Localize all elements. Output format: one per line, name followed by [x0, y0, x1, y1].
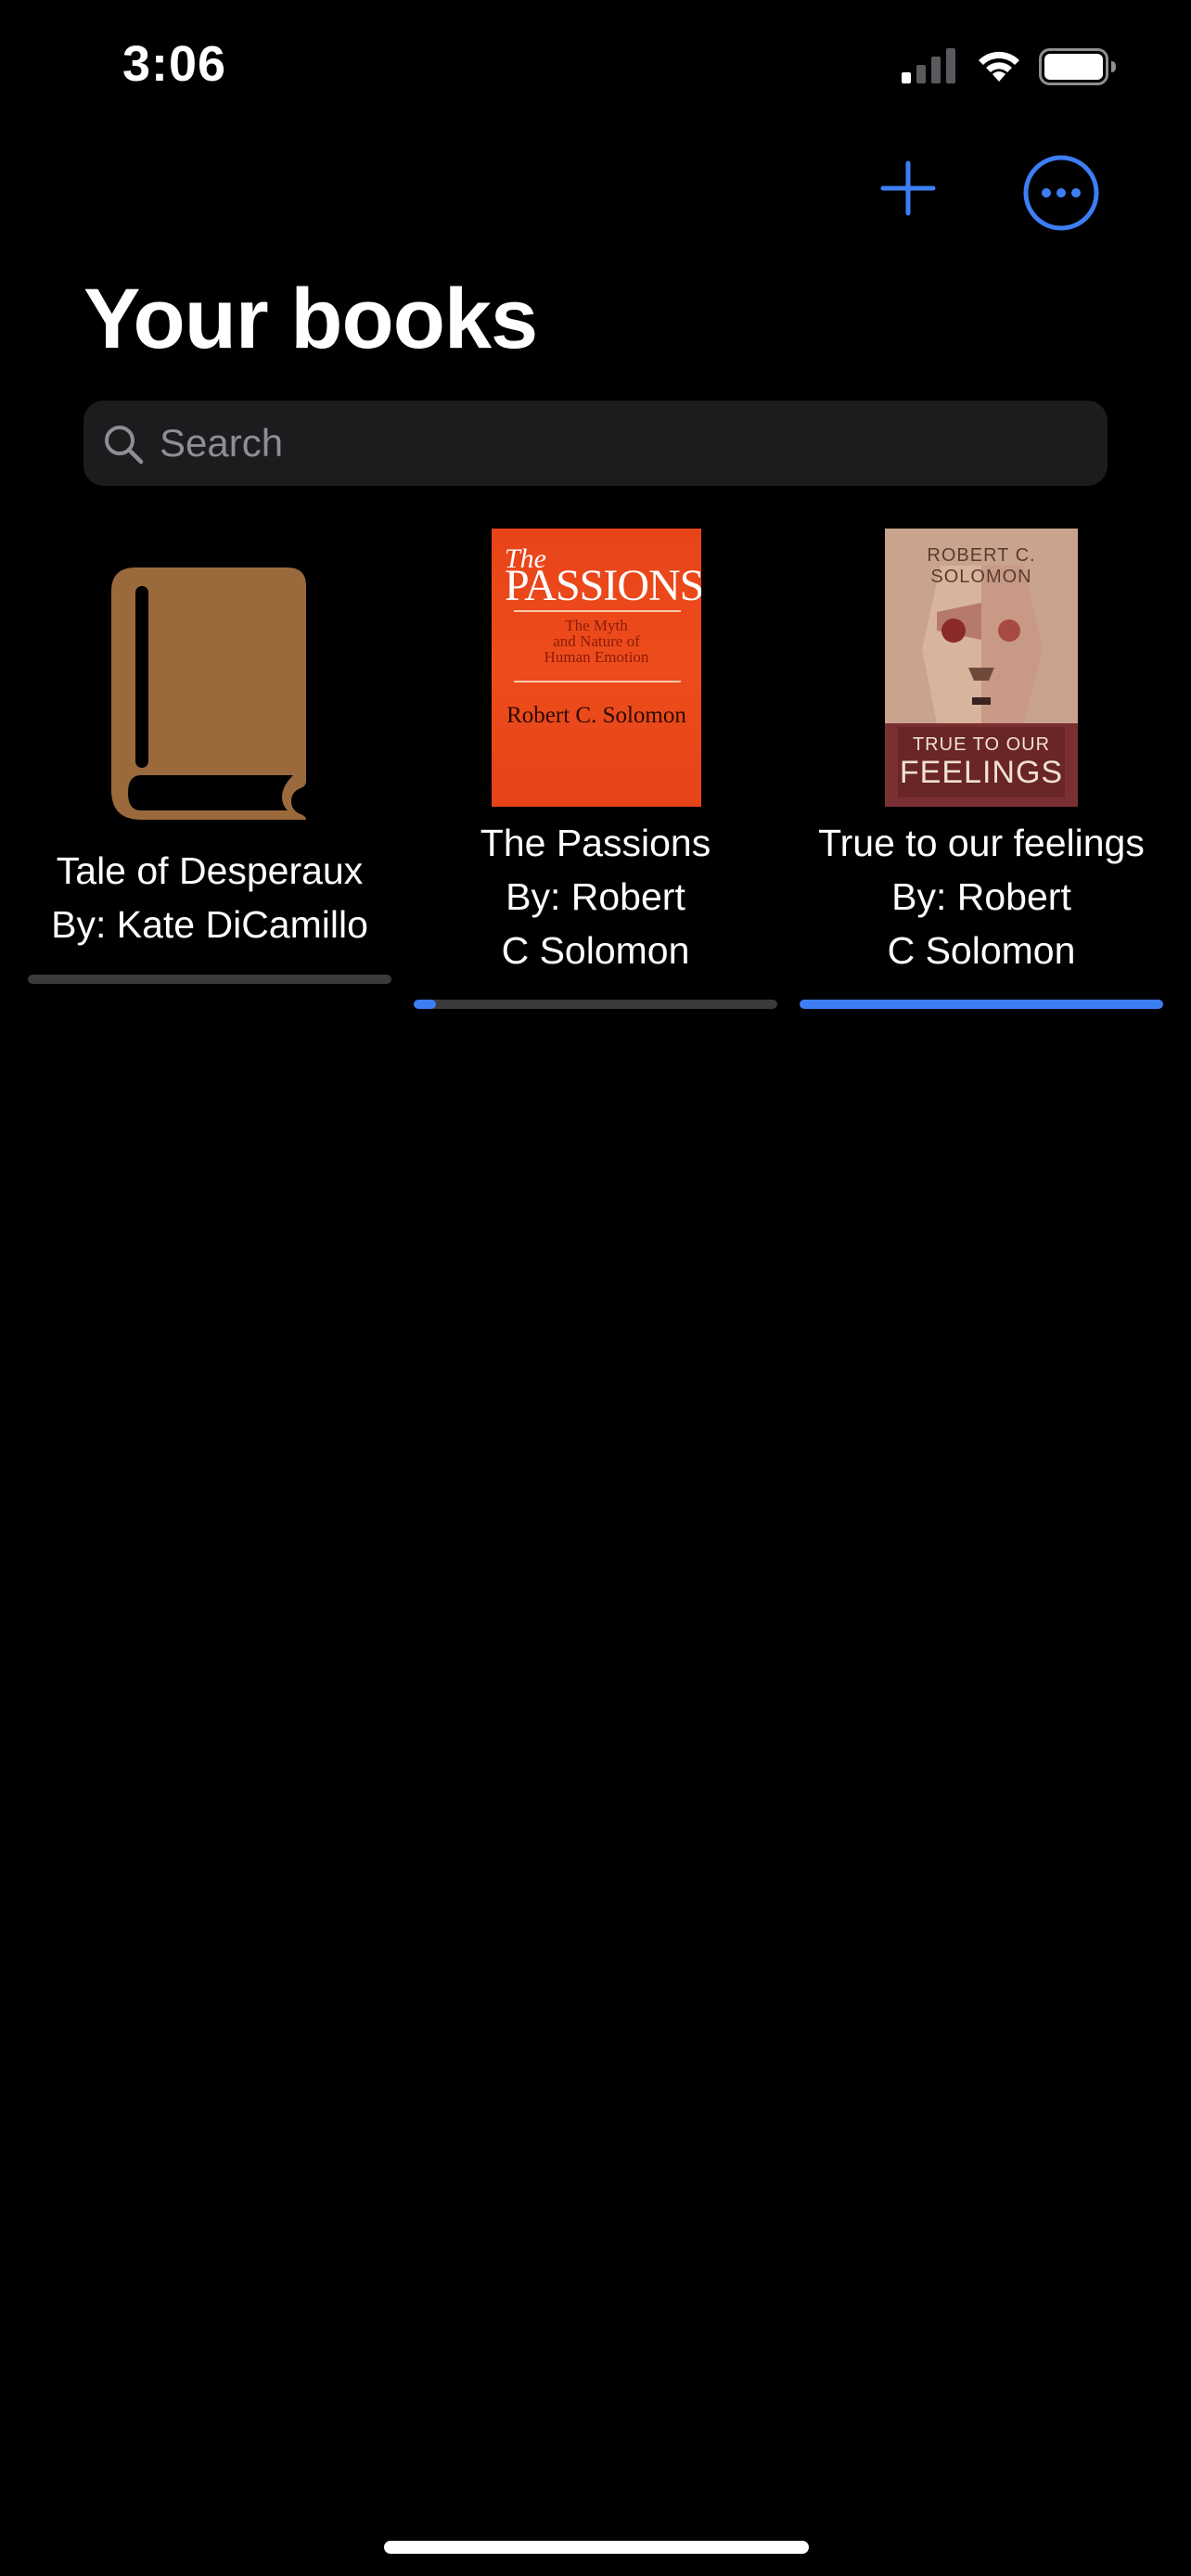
book-title: The Passions — [480, 822, 711, 864]
cover-text: Human Emotion — [544, 648, 649, 666]
reading-progress-bar — [28, 975, 391, 984]
cover-text: FEELINGS — [899, 755, 1064, 790]
book-title: Tale of Desperaux — [56, 849, 364, 892]
cellular-signal-icon — [902, 48, 955, 83]
reading-progress-bar — [414, 1000, 777, 1009]
cover-divider — [514, 610, 681, 612]
book-author: By: Robert C Solomon — [501, 875, 690, 972]
cover-divider — [514, 681, 681, 682]
wifi-icon — [979, 51, 1019, 82]
search-input[interactable] — [160, 401, 1087, 486]
reading-progress-bar — [800, 1000, 1163, 1009]
book-author: By: Robert C Solomon — [887, 875, 1076, 972]
book-placeholder-icon — [111, 567, 306, 820]
battery-icon — [1039, 48, 1116, 85]
book-cover: ROBERT C. SOLOMON TRUE TO OUR FEELINGS — [885, 529, 1078, 807]
cover-text: ROBERT C. SOLOMON — [927, 545, 1036, 587]
cover-text: Robert C. Solomon — [506, 703, 686, 728]
home-indicator[interactable] — [384, 2541, 809, 2554]
search-icon — [105, 426, 144, 465]
book-cover: The PASSIONS The Myth and Nature of Huma… — [492, 529, 701, 807]
cover-text: The Myth — [565, 617, 628, 634]
book-author: By: Kate DiCamillo — [51, 903, 368, 946]
reading-progress-fill — [800, 1000, 1163, 1009]
book-title: True to our feelings — [818, 822, 1145, 864]
more-options-button[interactable] — [1022, 154, 1100, 232]
add-book-button[interactable] — [877, 158, 939, 219]
status-time: 3:06 — [122, 36, 227, 92]
reading-progress-fill — [414, 1000, 436, 1009]
cover-text: and Nature of — [553, 632, 640, 650]
cover-text: PASSIONS — [505, 561, 701, 610]
page-title: Your books — [83, 272, 538, 366]
cover-text: TRUE TO OUR — [912, 734, 1051, 755]
